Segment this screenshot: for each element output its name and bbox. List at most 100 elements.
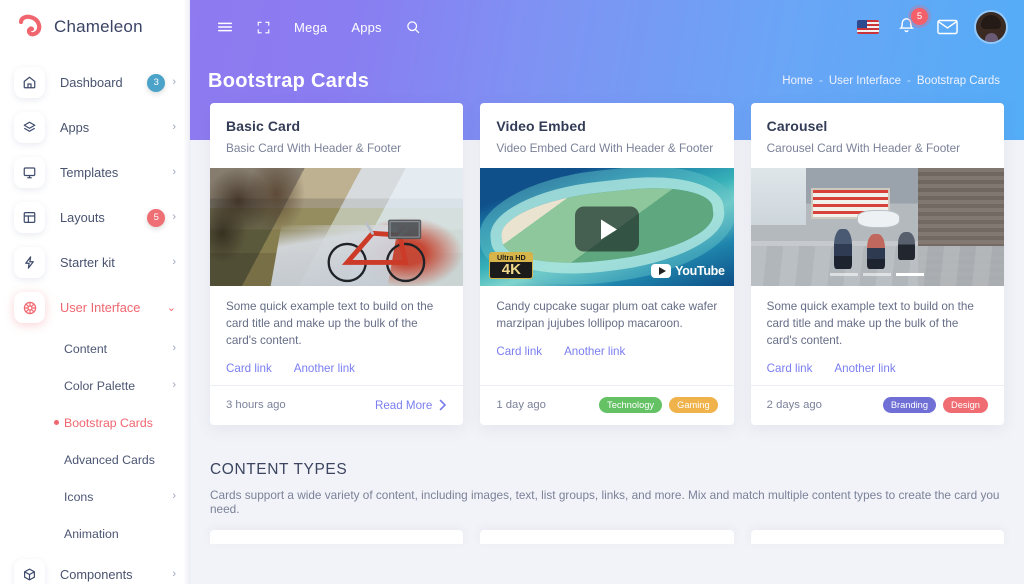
- tag-branding[interactable]: Branding: [882, 397, 937, 414]
- breadcrumb-item-user-interface[interactable]: User Interface: [829, 75, 901, 87]
- cards-row: Basic Card Basic Card With Header & Foot…: [190, 103, 1024, 425]
- sidebar-item-label: Components: [60, 567, 133, 582]
- quality-badge-4k[interactable]: Ultra HD 4K: [489, 252, 534, 279]
- brand[interactable]: Chameleon: [0, 0, 189, 54]
- sidebar-badge: 3: [147, 73, 166, 92]
- topbar: Mega Apps 5: [190, 0, 1024, 54]
- card-link-primary[interactable]: Card link: [496, 345, 542, 358]
- youtube-brand-label: YouTube: [675, 264, 725, 278]
- card-header: Basic Card Basic Card With Header & Foot…: [210, 103, 463, 168]
- chevron-right-icon: [440, 400, 447, 411]
- chevron-right-icon: ›: [172, 166, 176, 178]
- sidebar-item-layouts[interactable]: Layouts 5 ›: [0, 195, 189, 240]
- breadcrumb-separator: -: [818, 75, 823, 87]
- card-link-primary[interactable]: Card link: [767, 362, 813, 375]
- card-links: Card link Another link: [496, 345, 717, 358]
- content-types-description: Cards support a wide variety of content,…: [210, 487, 1000, 516]
- card-video-embed: Video Embed Video Embed Card With Header…: [480, 103, 734, 425]
- card-footer-right: Branding Design: [882, 397, 988, 414]
- read-more-button[interactable]: Read More: [375, 399, 447, 412]
- sidebar-subitem-icons[interactable]: Icons ›: [0, 478, 189, 515]
- card-header: Video Embed Video Embed Card With Header…: [480, 103, 733, 168]
- card-body: Some quick example text to build on the …: [751, 286, 1004, 385]
- shop-sign-2: [857, 210, 901, 229]
- envelope-icon[interactable]: [937, 19, 958, 35]
- sidebar-subitem-advanced-cards[interactable]: Advanced Cards: [0, 441, 189, 478]
- chevron-right-icon: ›: [172, 568, 176, 580]
- content-types-title: CONTENT TYPES: [210, 460, 348, 478]
- card-text: Some quick example text to build on the …: [226, 300, 434, 347]
- chevron-right-icon: ›: [172, 490, 176, 502]
- card-text: Candy cupcake sugar plum oat cake wafer …: [496, 300, 718, 330]
- card-image-bike: [210, 168, 464, 286]
- sidebar-subitem-bootstrap-cards[interactable]: Bootstrap Cards: [0, 404, 189, 441]
- app-root: Chameleon Dashboard 3 › Apps › Templates…: [0, 0, 1024, 584]
- tag-technology[interactable]: Technology: [599, 397, 663, 414]
- sidebar-item-starter-kit[interactable]: Starter kit ›: [0, 240, 189, 285]
- monitor-icon: [14, 157, 45, 188]
- topbar-link-apps[interactable]: Apps: [339, 20, 393, 35]
- sidebar-subitem-content[interactable]: Content ›: [0, 330, 189, 367]
- topbar-link-mega[interactable]: Mega: [282, 20, 339, 35]
- sidebar-badge: 5: [147, 208, 166, 227]
- content-types-section: CONTENT TYPES Cards support a wide varie…: [190, 425, 1024, 544]
- bell-badge-count: 5: [911, 8, 928, 25]
- card-footer-right: Read More: [375, 399, 447, 412]
- page-header: Bootstrap Cards Home - User Interface - …: [190, 54, 1024, 102]
- content-types-cards-preview: [210, 529, 1004, 544]
- sidebar-subitem-label: Animation: [64, 526, 119, 541]
- sidebar-item-user-interface[interactable]: User Interface ⌄: [0, 285, 189, 330]
- card-text: Some quick example text to build on the …: [766, 300, 974, 347]
- hamburger-menu-icon[interactable]: [206, 8, 244, 46]
- carousel-indicator-2[interactable]: [863, 273, 892, 276]
- quality-badge-bottom: 4K: [501, 261, 521, 278]
- card-link-secondary[interactable]: Another link: [564, 345, 625, 358]
- sidebar-subitem-label: Content: [64, 341, 108, 356]
- card-footer: 2 days ago Branding Design: [750, 384, 1004, 425]
- card-title: Basic Card: [226, 118, 301, 134]
- read-more-label: Read More: [374, 398, 433, 412]
- home-icon: [14, 67, 45, 98]
- sidebar-subitem-label: Advanced Cards: [64, 452, 155, 467]
- fullscreen-icon[interactable]: [244, 8, 282, 46]
- sidebar-item-components[interactable]: Components ›: [0, 552, 189, 584]
- card-video-player[interactable]: ES Malediven - amazing 4k vi... ⋮ Ultra …: [480, 168, 734, 286]
- sidebar-item-dashboard[interactable]: Dashboard 3 ›: [0, 60, 189, 105]
- carousel-indicator-3[interactable]: [896, 273, 925, 276]
- layers-icon: [14, 112, 45, 143]
- sidebar-subitem-color-palette[interactable]: Color Palette ›: [0, 367, 189, 404]
- card-footer: 3 hours ago Read More: [210, 384, 464, 425]
- sidebar-subitem-animation[interactable]: Animation: [0, 515, 189, 552]
- card-link-primary[interactable]: Card link: [226, 362, 272, 375]
- card-footer: 1 day ago Technology Gaming: [480, 384, 734, 425]
- carousel-indicator-1[interactable]: [830, 273, 859, 276]
- bicycle-shape: [327, 219, 426, 282]
- tag-design[interactable]: Design: [943, 397, 988, 414]
- youtube-logo[interactable]: YouTube: [651, 264, 725, 278]
- card-links: Card link Another link: [226, 362, 447, 375]
- card-timestamp: 1 day ago: [496, 399, 546, 412]
- play-button-icon[interactable]: [574, 206, 639, 252]
- user-avatar[interactable]: [976, 12, 1006, 42]
- bolt-icon: [14, 247, 45, 278]
- card-link-secondary[interactable]: Another link: [294, 362, 355, 375]
- card-link-secondary[interactable]: Another link: [834, 362, 895, 375]
- brand-name: Chameleon: [54, 17, 143, 36]
- ui-globe-icon: [14, 292, 45, 323]
- sidebar-item-templates[interactable]: Templates ›: [0, 150, 189, 195]
- sidebar-item-apps[interactable]: Apps ›: [0, 105, 189, 150]
- card-subtitle: Carousel Card With Header & Footer: [766, 141, 961, 155]
- bell-icon[interactable]: 5: [897, 8, 928, 39]
- sidebar-subitem-label: Color Palette: [64, 378, 136, 393]
- sidebar-item-label: User Interface: [60, 300, 141, 315]
- tag-gaming[interactable]: Gaming: [669, 397, 718, 414]
- chameleon-logo-icon: [17, 13, 45, 41]
- search-icon[interactable]: [394, 8, 432, 46]
- breadcrumb-item-home[interactable]: Home: [782, 75, 813, 87]
- card-carousel-image[interactable]: [750, 168, 1004, 286]
- card-header: Carousel Carousel Card With Header & Foo…: [751, 103, 1004, 168]
- breadcrumb-item-current: Bootstrap Cards: [916, 75, 1000, 87]
- breadcrumb-separator: -: [907, 75, 911, 87]
- us-flag-icon[interactable]: [857, 20, 879, 34]
- sidebar-item-label: Dashboard: [60, 75, 123, 90]
